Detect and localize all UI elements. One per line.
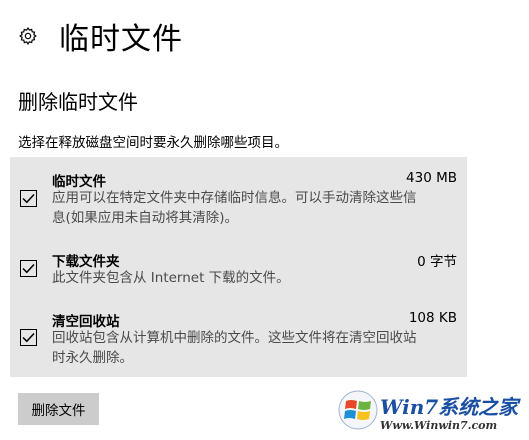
watermark: Win7系统之家 Www.Winwin7.com	[336, 387, 529, 440]
item-name: 临时文件	[52, 174, 106, 190]
checkbox-recycle-bin[interactable]	[20, 329, 37, 346]
item-description: 回收站包含从计算机中删除的文件。这些文件将在清空回收站 时永久删除。	[52, 330, 417, 366]
section-title: 删除临时文件	[18, 90, 138, 114]
windows-logo-icon	[338, 390, 378, 430]
item-name: 清空回收站	[52, 314, 120, 330]
page-title: 临时文件	[59, 22, 183, 57]
delete-files-button[interactable]: 删除文件	[18, 393, 99, 425]
watermark-line2: Www.Winwin7.com	[380, 419, 498, 432]
checkbox-temp-files[interactable]	[20, 190, 37, 207]
item-description: 应用可以在特定文件夹中存储临时信息。可以手动清除这些信 息(如果应用未自动将其清…	[52, 190, 417, 226]
checkmark-icon	[22, 263, 35, 274]
page-header: 临时文件	[17, 14, 183, 58]
item-name: 下载文件夹	[52, 254, 120, 270]
item-description: 此文件夹包含从 Internet 下载的文件。	[52, 270, 290, 286]
item-size: 430 MB	[406, 170, 457, 186]
gear-icon[interactable]	[17, 25, 39, 47]
section-description: 选择在释放磁盘空间时要永久删除哪些项目。	[18, 135, 288, 151]
checkbox-downloads[interactable]	[20, 260, 37, 277]
checkmark-icon	[22, 332, 35, 343]
watermark-line1: Win7系统之家	[380, 395, 519, 419]
item-size: 0 字节	[417, 254, 457, 270]
items-panel: 临时文件 430 MB 应用可以在特定文件夹中存储临时信息。可以手动清除这些信 …	[10, 157, 467, 377]
checkmark-icon	[22, 193, 35, 204]
item-size: 108 KB	[408, 310, 457, 326]
